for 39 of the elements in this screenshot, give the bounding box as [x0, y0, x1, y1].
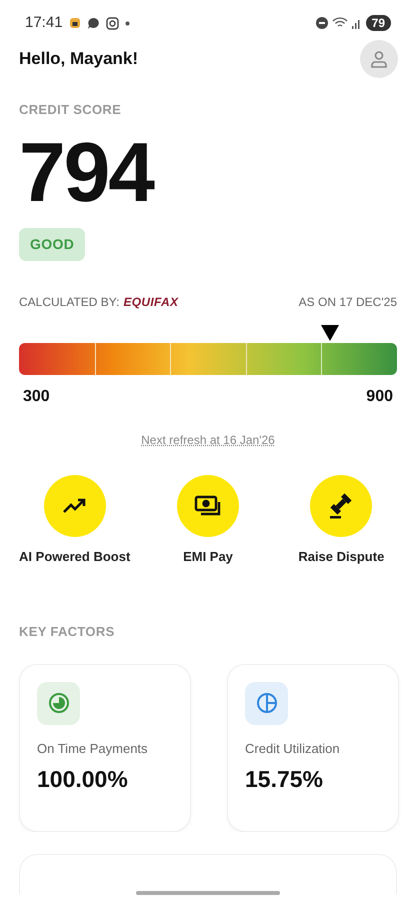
gavel-icon	[328, 492, 354, 518]
factor-label: Credit Utilization	[245, 740, 341, 758]
trend-up-icon	[62, 496, 88, 514]
action-label: EMI Pay	[183, 548, 233, 566]
action-label: AI Powered Boost	[19, 548, 130, 566]
equifax-logo: EQUIFAX	[123, 294, 178, 310]
do-not-disturb-icon	[316, 17, 328, 29]
wifi-icon	[332, 17, 348, 29]
max-score: 900	[366, 386, 393, 406]
factor-value: 100.00%	[37, 765, 129, 794]
chat-icon	[86, 16, 100, 30]
battery-indicator: 79	[366, 15, 391, 31]
greeting: Hello, Mayank!	[19, 48, 138, 70]
section-heading: KEY FACTORS	[18, 623, 116, 641]
status-time: 17:41	[25, 12, 63, 33]
next-refresh-link[interactable]: Next refresh at 16 Jan'26	[141, 430, 275, 448]
action-button[interactable]: AI Powered Boost	[8, 474, 142, 566]
rating-badge: GOOD	[19, 228, 86, 260]
factor-value: 15.75%	[245, 765, 324, 794]
person-icon	[370, 50, 388, 68]
factor-label: On Time Payments	[37, 740, 149, 758]
cash-icon	[194, 494, 222, 516]
pie-chart-icon	[256, 692, 278, 714]
clock-pie-icon	[48, 692, 70, 714]
profile-button[interactable]	[360, 40, 398, 78]
calculated-by-label: CALCULATED BY:	[19, 294, 120, 310]
dot-icon	[124, 20, 130, 26]
factor-card[interactable]: Credit Utilization 15.75%	[227, 664, 399, 832]
credit-score-value: 794	[19, 130, 155, 214]
action-label: Raise Dispute	[298, 548, 384, 566]
as-on-date: AS ON 17 DEC'25	[298, 294, 397, 310]
signal-icon	[352, 18, 362, 28]
action-button[interactable]: EMI Pay	[141, 474, 275, 566]
notification-icon	[68, 17, 81, 29]
factor-card[interactable]: On Time Payments 100.00%	[19, 664, 191, 832]
section-heading: CREDIT SCORE	[19, 101, 122, 119]
min-score: 300	[23, 386, 50, 406]
camera-icon	[106, 16, 119, 30]
action-button[interactable]: Raise Dispute	[274, 474, 408, 566]
